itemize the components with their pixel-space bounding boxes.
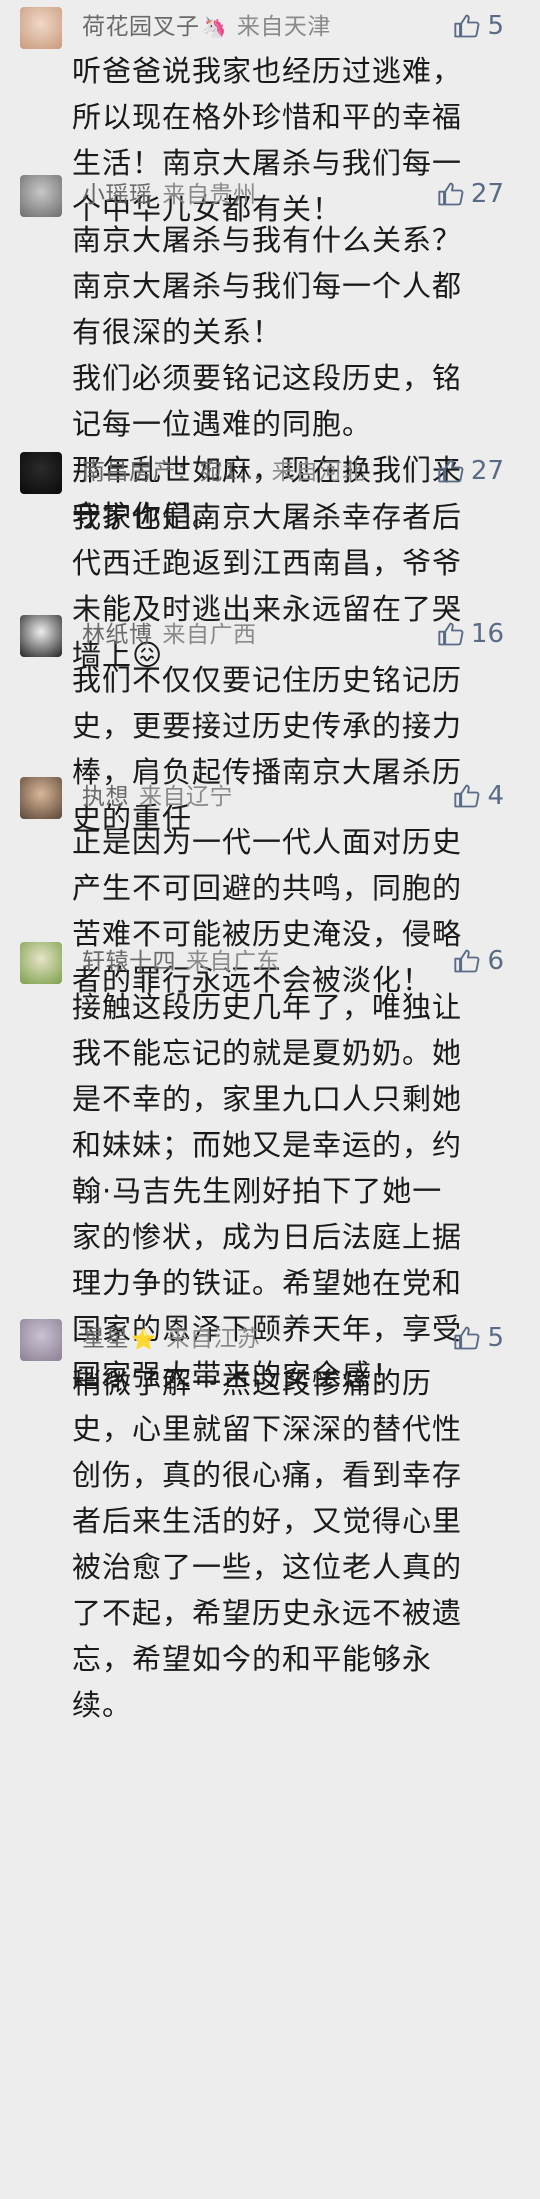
like-button[interactable]: 4 (453, 780, 504, 812)
comment-meta: 执想 来自辽宁 (82, 782, 233, 812)
avatar-image (20, 615, 62, 657)
avatar[interactable] (20, 175, 62, 217)
region-label: 来自辽宁 (139, 784, 233, 810)
like-count: 16 (470, 619, 504, 649)
avatar-image (20, 175, 62, 217)
avatar[interactable] (20, 777, 62, 819)
like-count: 27 (470, 179, 504, 209)
region-label: 来自天津 (236, 14, 331, 40)
region-label: 来自广东 (186, 949, 280, 975)
nickname[interactable]: 执想 (82, 784, 129, 810)
nickname[interactable]: 南昌房产：宛1… (82, 459, 262, 485)
region-label: 来自贵州 (162, 182, 257, 208)
comment-meta: 林纸博 来自广西 (82, 620, 257, 650)
avatar[interactable] (20, 452, 62, 494)
like-button[interactable]: 5 (453, 1322, 504, 1354)
comment-header: 南昌房产：宛1… 来自河北 27 (10, 445, 522, 494)
comment-item: 荷花园叉子 🦄 来自天津 5 听爸爸说我家也经历过逃难， 所以现在格外珍惜和平的幸福 生活！… (0, 0, 540, 226)
avatar[interactable] (20, 942, 62, 984)
avatar[interactable] (20, 1319, 62, 1361)
avatar-image (20, 1319, 62, 1361)
like-button[interactable]: 16 (437, 618, 504, 650)
comment-meta: 荷花园叉子 🦄 来自天津 (82, 12, 331, 42)
thumbs-up-icon (438, 459, 464, 483)
avatar-image (20, 942, 62, 984)
comment-item: 南昌房产：宛1… 来自河北 27 我家也是南京大屠杀幸存者后 代西迁跑返到江西南昌，爷爷… (0, 445, 540, 672)
thumbs-up-icon (454, 14, 480, 38)
comment-meta: 轩辕十四 来自广东 (82, 947, 280, 977)
comment-item: 轩辕十四 来自广东 6 接触这段历史几年了，唯独让 我不能忘记的就是夏奶奶。她 是不幸的，… (0, 935, 540, 1392)
avatar[interactable] (20, 615, 62, 657)
nickname[interactable]: 林纸博 (82, 622, 153, 648)
thumbs-up-icon (454, 949, 480, 973)
comment-meta: 小瑶瑶 来自贵州 (82, 180, 257, 210)
nickname[interactable]: 星星 (82, 1326, 129, 1352)
nickname-badge-icon: 🦄 (201, 15, 227, 39)
comment-meta: 南昌房产：宛1… 来自河北 (82, 457, 366, 487)
comment-header: 星星 ⭐ 来自江苏 5 (10, 1312, 522, 1361)
thumbs-up-icon (438, 622, 464, 646)
comment-header: 执想 来自辽宁 4 (10, 770, 522, 819)
avatar-image (20, 452, 62, 494)
comment-item: 小瑶瑶 来自贵州 27 南京大屠杀与我有什么关系？ 南京大屠杀与我们每一个人都 有很深的关… (0, 168, 540, 533)
like-count: 4 (487, 781, 504, 811)
avatar[interactable] (20, 7, 62, 49)
like-button[interactable]: 6 (453, 945, 504, 977)
comment-item: 林纸博 来自广西 16 我们不仅仅要记住历史铭记历 史，更要接过历史传承的接力 棒，肩负起… (0, 608, 540, 835)
comment-header: 林纸博 来自广西 16 (10, 608, 522, 657)
comment-text: 稍微了解一点这段惨痛的历 史，心里就留下深深的替代性 创伤，真的很心痛，看到幸存 者后… (72, 1360, 526, 1728)
comment-header: 小瑶瑶 来自贵州 27 (10, 168, 522, 217)
comment-item: 执想 来自辽宁 4 正是因为一代一代人面对历史 产生不可回避的共鸣，同胞的 苦难不可能被历… (0, 770, 540, 997)
like-button[interactable]: 27 (437, 178, 504, 210)
like-button[interactable]: 5 (453, 10, 504, 42)
like-count: 5 (487, 11, 504, 41)
nickname-badge-icon: ⭐ (131, 1327, 157, 1351)
thumbs-up-icon (454, 784, 480, 808)
comment-paragraph: 南京大屠杀与我们每一个人都 有很深的关系！ (72, 269, 463, 349)
like-count: 5 (487, 1323, 504, 1353)
nickname[interactable]: 轩辕十四 (82, 949, 176, 975)
like-button[interactable]: 27 (437, 455, 504, 487)
comment-paragraph: 我们必须要铭记这段历史，铭 记每一位遇难的同胞。 (72, 361, 463, 441)
comment-header: 轩辕十四 来自广东 6 (10, 935, 522, 984)
region-label: 来自河北 (271, 459, 366, 485)
comment-paragraph: 稍微了解一点这段惨痛的历 史，心里就留下深深的替代性 创伤，真的很心痛，看到幸存 者后… (72, 1366, 463, 1722)
comment-header: 荷花园叉子 🦄 来自天津 5 (10, 0, 522, 49)
comment-feed: 荷花园叉子 🦄 来自天津 5 听爸爸说我家也经历过逃难， 所以现在格外珍惜和平的幸福 生活！… (0, 0, 540, 2199)
comment-meta: 星星 ⭐ 来自江苏 (82, 1324, 260, 1354)
thumbs-up-icon (438, 182, 464, 206)
like-count: 6 (487, 946, 504, 976)
comment-paragraph: 南京大屠杀与我有什么关系？ (72, 223, 463, 257)
comment-item: 星星 ⭐ 来自江苏 5 稍微了解一点这段惨痛的历 史，心里就留下深深的替代性 创伤，真的很心… (0, 1312, 540, 1722)
like-count: 27 (470, 456, 504, 486)
region-label: 来自江苏 (166, 1326, 261, 1352)
thumbs-up-icon (454, 1326, 480, 1350)
region-label: 来自广西 (162, 622, 257, 648)
nickname[interactable]: 小瑶瑶 (82, 182, 153, 208)
nickname[interactable]: 荷花园叉子 (82, 14, 200, 40)
avatar-image (20, 777, 62, 819)
avatar-image (20, 7, 62, 49)
